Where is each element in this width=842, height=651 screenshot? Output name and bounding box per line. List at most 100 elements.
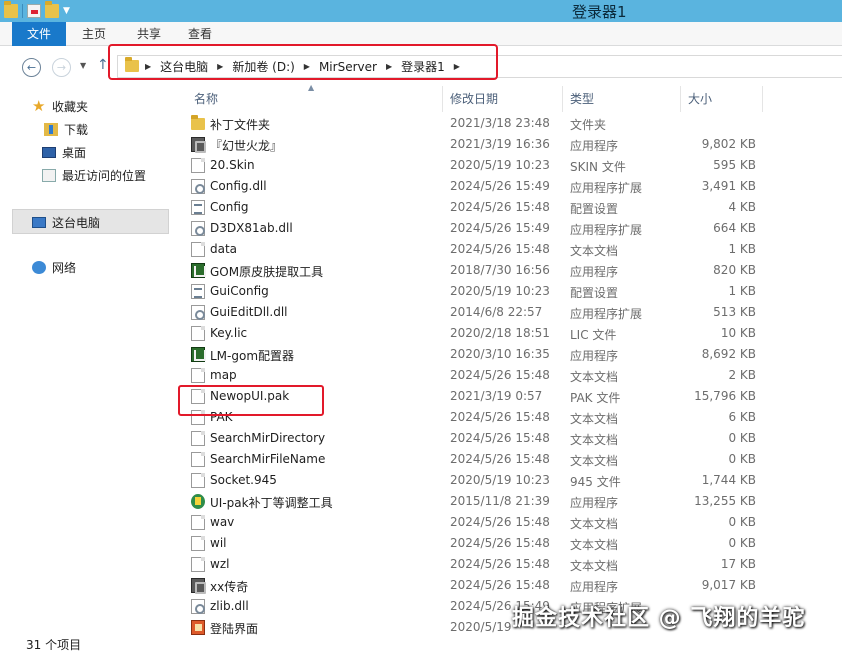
- table-row[interactable]: 补丁文件夹 2021/3/18 23:48 文件夹: [185, 113, 765, 134]
- table-row[interactable]: xx传奇 2024/5/26 15:48 应用程序 9,017 KB: [185, 575, 765, 596]
- table-row[interactable]: Key.lic 2020/2/18 18:51 LIC 文件 10 KB: [185, 323, 765, 344]
- file-name: GOM原皮肤提取工具: [210, 265, 324, 279]
- file-size: 0 KB: [728, 452, 756, 466]
- table-row[interactable]: LM-gom配置器 2020/3/10 16:35 应用程序 8,692 KB: [185, 344, 765, 365]
- table-row[interactable]: 『幻世火龙』 2021/3/19 16:36 应用程序 9,802 KB: [185, 134, 765, 155]
- table-row[interactable]: SearchMirFileName 2024/5/26 15:48 文本文档 0 KB: [185, 449, 765, 470]
- file-size: 1 KB: [728, 242, 756, 256]
- file-type: 文本文档: [570, 370, 619, 384]
- nav-desktop[interactable]: 桌面: [42, 142, 86, 162]
- table-row[interactable]: Config 2024/5/26 15:48 配置设置 4 KB: [185, 197, 765, 218]
- file-icon: [191, 473, 205, 488]
- file-size: 1 KB: [728, 284, 756, 298]
- nav-recent-places[interactable]: 最近访问的位置: [42, 165, 146, 185]
- star-icon: ★: [32, 96, 46, 115]
- nav-favorites[interactable]: ★ 收藏夹: [32, 96, 88, 116]
- file-date: 2020/5/19 10:23: [450, 158, 550, 172]
- up-arrow-icon[interactable]: ↑: [97, 57, 109, 73]
- window-title: 登录器1: [572, 3, 627, 21]
- file-size: 4 KB: [728, 200, 756, 214]
- gom-app-icon: [191, 263, 206, 278]
- tab-view[interactable]: 查看: [178, 22, 222, 46]
- nav-network[interactable]: 网络: [32, 257, 76, 277]
- login-app-icon: [191, 620, 205, 635]
- downloads-folder-icon: [44, 122, 58, 136]
- recent-locations-chevron-icon[interactable]: ▼: [80, 61, 86, 70]
- file-size: 9,802 KB: [701, 137, 756, 151]
- file-type: 应用程序: [570, 580, 619, 594]
- table-row[interactable]: wzl 2024/5/26 15:48 文本文档 17 KB: [185, 554, 765, 575]
- quick-access-toolbar: ▼: [4, 1, 70, 20]
- file-type: 文件夹: [570, 118, 607, 132]
- forward-arrow-icon[interactable]: →: [52, 58, 71, 77]
- file-size: 0 KB: [728, 536, 756, 550]
- network-globe-icon: [32, 260, 46, 274]
- file-size: 2 KB: [728, 368, 756, 382]
- file-type: 文本文档: [570, 538, 619, 552]
- file-name: UI-pak补丁等调整工具: [210, 496, 333, 510]
- file-name: wzl: [210, 557, 230, 571]
- back-arrow-icon[interactable]: ←: [22, 58, 41, 77]
- table-row[interactable]: map 2024/5/26 15:48 文本文档 2 KB: [185, 365, 765, 386]
- tab-share[interactable]: 共享: [127, 22, 171, 46]
- file-type: SKIN 文件: [570, 160, 626, 174]
- dll-icon: [191, 221, 205, 236]
- table-row[interactable]: wil 2024/5/26 15:48 文本文档 0 KB: [185, 533, 765, 554]
- dragon-app-icon: [191, 137, 206, 153]
- file-name: 补丁文件夹: [210, 118, 271, 132]
- file-date: 2020/5/19: [450, 620, 512, 634]
- column-header-date[interactable]: 修改日期: [443, 86, 563, 112]
- table-row[interactable]: GuiConfig 2020/5/19 10:23 配置设置 1 KB: [185, 281, 765, 302]
- file-list: ▲ 名称 修改日期 类型 大小 补丁文件夹 2021/3/18 23:48 文件夹『…: [171, 83, 842, 651]
- file-type: 文本文档: [570, 454, 619, 468]
- gom-app-icon: [191, 347, 206, 362]
- file-date: 2024/5/26 15:48: [450, 410, 550, 424]
- file-highlight-box: [178, 385, 324, 416]
- nav-this-pc-label: 这台电脑: [52, 215, 101, 230]
- table-row[interactable]: wav 2024/5/26 15:48 文本文档 0 KB: [185, 512, 765, 533]
- file-type: 应用程序: [570, 265, 619, 279]
- file-date: 2021/3/19 16:36: [450, 137, 550, 151]
- file-date: 2024/5/26 15:48: [450, 368, 550, 382]
- properties-icon[interactable]: [27, 4, 41, 18]
- file-type: 应用程序: [570, 496, 619, 510]
- folder-icon[interactable]: [4, 1, 18, 18]
- config-icon: [191, 200, 205, 215]
- tab-file[interactable]: 文件: [12, 22, 66, 46]
- file-size: 820 KB: [713, 263, 756, 277]
- table-row[interactable]: Config.dll 2024/5/26 15:49 应用程序扩展 3,491 KB: [185, 176, 765, 197]
- table-row[interactable]: GuiEditDll.dll 2014/6/8 22:57 应用程序扩展 513 KB: [185, 302, 765, 323]
- column-header-name[interactable]: 名称: [187, 86, 443, 112]
- file-size: 17 KB: [720, 557, 756, 571]
- file-name: wil: [210, 536, 227, 550]
- table-row[interactable]: SearchMirDirectory 2024/5/26 15:48 文本文档 0 K…: [185, 428, 765, 449]
- file-size: 13,255 KB: [694, 494, 756, 508]
- dragon-app-icon: [191, 578, 206, 594]
- ui-app-icon: [191, 494, 205, 509]
- file-size: 1,744 KB: [701, 473, 756, 487]
- column-header-type[interactable]: 类型: [563, 86, 681, 112]
- nav-downloads[interactable]: 下载: [44, 119, 88, 139]
- tab-home[interactable]: 主页: [72, 22, 116, 46]
- table-row[interactable]: UI-pak补丁等调整工具 2015/11/8 21:39 应用程序 13,255 K…: [185, 491, 765, 512]
- nav-this-pc[interactable]: 这台电脑: [32, 212, 100, 232]
- table-row[interactable]: D3DX81ab.dll 2024/5/26 15:49 应用程序扩展 664 KB: [185, 218, 765, 239]
- column-header-size[interactable]: 大小: [681, 86, 763, 112]
- file-name: D3DX81ab.dll: [210, 221, 293, 235]
- file-name: map: [210, 368, 237, 382]
- computer-icon: [32, 216, 46, 228]
- customize-dropdown-icon[interactable]: ▼: [63, 6, 70, 16]
- file-type: 配置设置: [570, 286, 619, 300]
- file-type: 文本文档: [570, 517, 619, 531]
- file-type: 应用程序: [570, 139, 619, 153]
- file-name: Config: [210, 200, 249, 214]
- table-row[interactable]: GOM原皮肤提取工具 2018/7/30 16:56 应用程序 820 KB: [185, 260, 765, 281]
- table-row[interactable]: 20.Skin 2020/5/19 10:23 SKIN 文件 595 KB: [185, 155, 765, 176]
- ribbon-tabs: 文件 主页 共享 查看: [0, 22, 842, 46]
- table-row[interactable]: data 2024/5/26 15:48 文本文档 1 KB: [185, 239, 765, 260]
- new-folder-icon[interactable]: [45, 1, 59, 18]
- table-row[interactable]: Socket.945 2020/5/19 10:23 945 文件 1,744 KB: [185, 470, 765, 491]
- file-size: 0 KB: [728, 431, 756, 445]
- toolbar-divider: [22, 4, 23, 18]
- file-date: 2021/3/18 23:48: [450, 116, 550, 130]
